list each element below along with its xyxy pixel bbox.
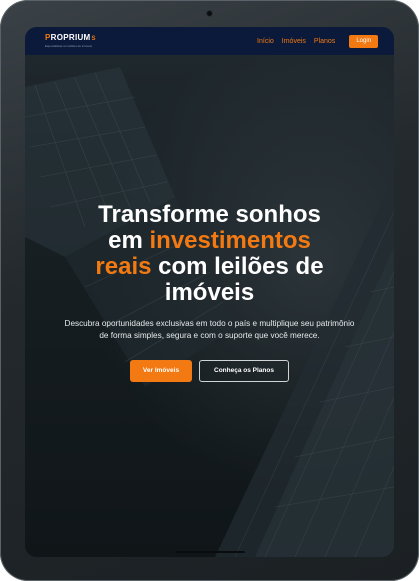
nav-links: Início Imóveis Planos Login [257,35,378,48]
cta-row: Ver Imóveis Conheça os Planos [25,360,394,382]
login-button[interactable]: Login [349,35,378,48]
top-navbar: P ROPRIUM S Especialistas em leilões de im… [25,27,394,55]
logo-letters: ROPRIUM [50,33,91,42]
conheca-planos-button[interactable]: Conheça os Planos [199,360,289,382]
hero-title: Transforme sonhos em investimentos reais… [60,202,360,306]
logo-tagline: Especialistas em leilões de imóveis [45,44,93,48]
screen: P ROPRIUM S Especialistas em leilões de im… [25,27,394,557]
hero-title-mid: com leilões de [151,253,324,280]
logo[interactable]: P ROPRIUM S Especialistas em leilões de im… [45,34,96,49]
hero-title-accent-reais: reais [95,253,152,280]
hero-title-line4: imóveis [164,279,255,306]
hero-subtitle: Descubra oportunidades exclusivas em tod… [64,319,355,340]
nav-link-planos[interactable]: Planos [314,37,335,47]
ver-imoveis-button[interactable]: Ver Imóveis [130,360,192,382]
hero-title-em: em [108,227,150,254]
camera-dot [207,11,212,16]
hero-title-line1: Transforme sonhos [98,201,321,228]
logo-wordmark: P ROPRIUM S [45,34,96,43]
home-indicator [175,551,245,553]
hero-title-accent-investimentos: investimentos [149,227,311,254]
tablet-frame: P ROPRIUM S Especialistas em leilões de im… [0,0,419,581]
nav-link-inicio[interactable]: Início [257,37,274,47]
nav-link-imoveis[interactable]: Imóveis [282,37,306,47]
logo-letter-s: S [91,36,96,42]
hero-section: Transforme sonhos em investimentos reais… [25,202,394,382]
